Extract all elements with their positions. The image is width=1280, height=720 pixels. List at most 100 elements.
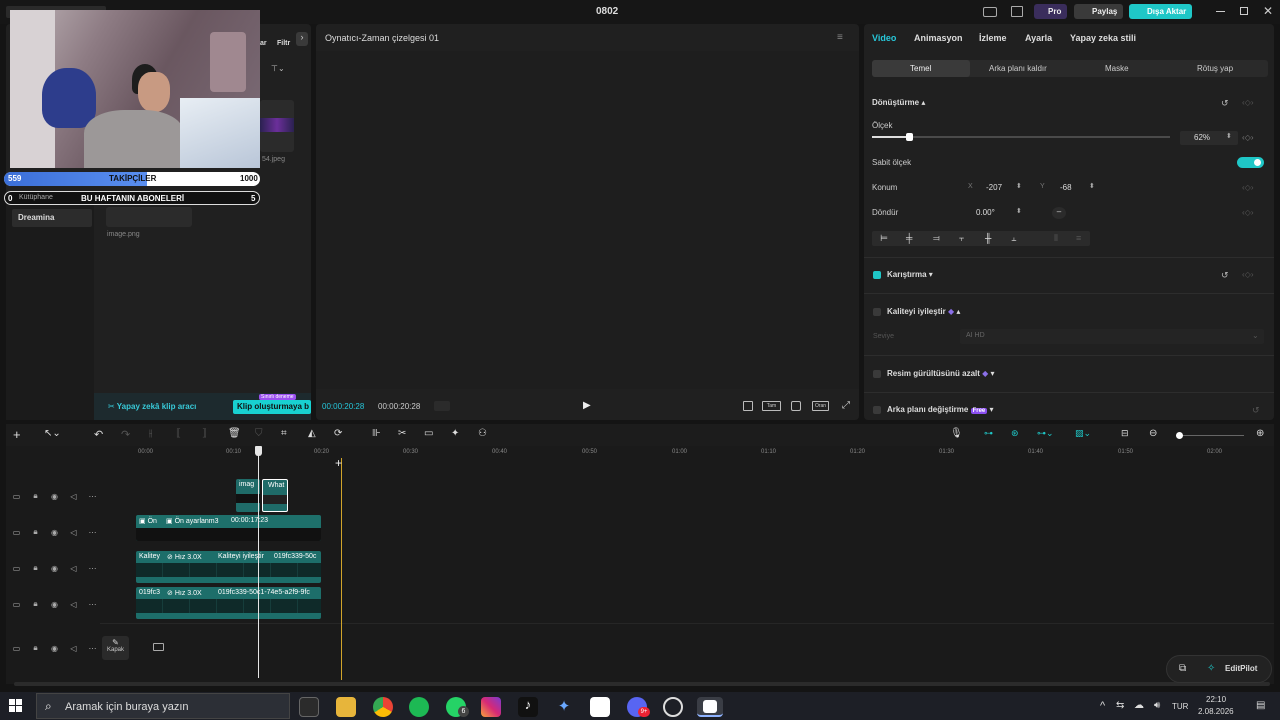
- subtab-remove-bg[interactable]: Arka planı kaldır: [989, 64, 1047, 73]
- eye-icon[interactable]: ◉: [50, 564, 59, 573]
- quality-header[interactable]: Kaliteyi iyileştir ◆ ▴: [887, 307, 960, 316]
- playhead[interactable]: [255, 446, 262, 678]
- tab-adjust[interactable]: Ayarla: [1025, 33, 1052, 43]
- delete-icon[interactable]: 🗑: [228, 428, 241, 439]
- timecode-toggle[interactable]: [434, 401, 450, 411]
- quality-checkbox[interactable]: [873, 308, 881, 316]
- speaker-icon[interactable]: ◁: [69, 492, 78, 501]
- person-icon[interactable]: ⚇: [478, 428, 487, 439]
- lock-icon[interactable]: 🔒︎: [31, 527, 40, 537]
- zoom-slider-thumb[interactable]: [1176, 432, 1183, 439]
- aspect-ratio-button[interactable]: Oran: [812, 401, 829, 411]
- keyframe-icon[interactable]: ‹◇›: [1242, 133, 1253, 142]
- track-lock-icon[interactable]: ▭: [12, 528, 21, 537]
- minimize-icon[interactable]: [1216, 11, 1225, 12]
- stepper-icon[interactable]: ⬍: [1016, 207, 1022, 215]
- preview-area[interactable]: [316, 51, 859, 389]
- tab-animation[interactable]: Animasyon: [914, 33, 963, 43]
- whatsapp-icon[interactable]: 6: [446, 697, 469, 717]
- position-x-input[interactable]: X -207 ⬍: [960, 181, 1028, 195]
- mirror-icon[interactable]: ◭: [308, 428, 316, 439]
- microphone-icon[interactable]: 🎙: [950, 428, 963, 439]
- spotify-icon[interactable]: [409, 697, 429, 717]
- editpilot-button[interactable]: ⧉ ✧ EditPilot: [1166, 655, 1272, 683]
- export-button[interactable]: Dışa Aktar: [1129, 4, 1192, 19]
- track-lock-icon[interactable]: ▭: [12, 564, 21, 573]
- eye-icon[interactable]: ◉: [50, 492, 59, 501]
- chevron-right-icon[interactable]: ›: [296, 32, 308, 46]
- uniform-scale-toggle[interactable]: [1237, 157, 1264, 168]
- stepper-icon[interactable]: ⬍: [1089, 182, 1095, 190]
- zoom-in-icon[interactable]: ⊕: [1256, 428, 1264, 439]
- blend-header[interactable]: Karıştırma ▾: [887, 270, 933, 279]
- sidebar-item-dreamina[interactable]: Dreamina: [12, 209, 92, 227]
- timeline-ruler[interactable]: 00:00 00:10 00:20 00:30 00:40 00:50 01:0…: [130, 446, 1274, 460]
- speaker-icon[interactable]: ◁: [69, 600, 78, 609]
- rotate-tool-icon[interactable]: ⟳: [334, 428, 342, 439]
- stepper-icon[interactable]: ⬍: [1226, 132, 1232, 140]
- more-icon[interactable]: ⋯: [88, 492, 97, 501]
- volume-icon[interactable]: 🔊︎: [1154, 700, 1160, 711]
- freeze-icon[interactable]: ⊪: [372, 428, 381, 439]
- menu-icon[interactable]: ≡: [837, 32, 843, 43]
- bg-change-checkbox[interactable]: [873, 406, 881, 414]
- lock-icon[interactable]: 🔒︎: [31, 599, 40, 609]
- link-clips-icon[interactable]: ⊶: [984, 428, 993, 439]
- align-center-v-icon[interactable]: ╫: [985, 233, 991, 243]
- transform-header[interactable]: Dönüştürme ▴: [872, 98, 925, 107]
- more-icon[interactable]: ⋯: [88, 564, 97, 573]
- task-view-icon[interactable]: [299, 697, 319, 717]
- more-icon[interactable]: ⋯: [88, 600, 97, 609]
- speaker-icon[interactable]: ◁: [69, 564, 78, 573]
- windows-start-icon[interactable]: [9, 699, 23, 713]
- video-track-4[interactable]: 019fc3 ⊘ Hız 3.0X 019fc339-50c1-74e5-a2f…: [136, 587, 321, 619]
- capcut-icon[interactable]: [590, 697, 610, 717]
- bg-change-header[interactable]: Arka planı değiştirme Free ▾: [887, 405, 994, 414]
- gemini-icon[interactable]: ✦: [554, 697, 574, 717]
- pro-button[interactable]: Pro: [1034, 4, 1067, 19]
- scale-slider-thumb[interactable]: [906, 133, 913, 141]
- position-y-input[interactable]: Y -68 ⬍: [1032, 181, 1100, 195]
- caption-icon[interactable]: ▭: [424, 428, 433, 439]
- stepper-icon[interactable]: ⬍: [1016, 182, 1022, 190]
- keyframe-icon[interactable]: ‹◇›: [1242, 208, 1253, 217]
- maximize-icon[interactable]: [1240, 7, 1248, 15]
- onedrive-icon[interactable]: ☁: [1134, 700, 1144, 711]
- align-bottom-icon[interactable]: ⫠: [1011, 233, 1016, 244]
- editor-icon[interactable]: ⧉: [1179, 663, 1186, 674]
- obs-icon[interactable]: [663, 697, 683, 717]
- align-center-h-icon[interactable]: ╪: [906, 233, 912, 243]
- rotate-dial-icon[interactable]: –: [1052, 207, 1066, 219]
- auto-cut-icon[interactable]: ✂: [398, 428, 406, 439]
- language-indicator[interactable]: TUR: [1172, 702, 1188, 711]
- chrome-icon[interactable]: [373, 697, 393, 717]
- keyframe-icon[interactable]: ‹◇›: [1242, 98, 1253, 107]
- capcut-active-icon[interactable]: [697, 697, 723, 717]
- magnet-icon[interactable]: ⊛: [1011, 428, 1019, 439]
- track-lock-icon[interactable]: ▭: [12, 492, 21, 501]
- sort-filter-icon[interactable]: ⊤⌄: [271, 64, 285, 73]
- denoise-header[interactable]: Resim gürültüsünü azalt ◆ ▾: [887, 369, 995, 378]
- reset-icon[interactable]: ↺: [1221, 270, 1229, 281]
- create-clip-button[interactable]: Klip oluşturmaya b: [233, 400, 311, 414]
- keyframe-icon[interactable]: ‹◇›: [1242, 270, 1253, 279]
- timeline-scrollbar[interactable]: [14, 682, 1270, 686]
- lock-icon[interactable]: 🔒︎: [31, 643, 40, 653]
- magic-wand-icon[interactable]: ✦: [451, 428, 459, 439]
- lock-icon[interactable]: 🔒︎: [31, 491, 40, 501]
- discord-icon[interactable]: 9+: [627, 697, 650, 717]
- level-select[interactable]: AI HD ⌄: [960, 329, 1264, 344]
- scale-input[interactable]: 62% ⬍: [1180, 131, 1238, 145]
- scale-slider-track[interactable]: [872, 133, 1170, 141]
- tab-filters[interactable]: Filtr: [277, 40, 290, 47]
- more-icon[interactable]: ⋯: [88, 528, 97, 537]
- cover-button[interactable]: ✎ Kapak: [102, 636, 129, 660]
- keyframe-icon[interactable]: ‹◇›: [1242, 183, 1253, 192]
- rotate-input[interactable]: 0.00° ⬍: [960, 206, 1028, 220]
- fit-timeline-icon[interactable]: ⊟: [1121, 428, 1129, 439]
- eye-icon[interactable]: ◉: [50, 600, 59, 609]
- eye-icon[interactable]: ◉: [50, 528, 59, 537]
- sidebar-item-library[interactable]: Kütüphane: [19, 194, 53, 201]
- video-track-3[interactable]: Kalitey ⊘ Hız 3.0X Kaliteyi iyileştir 01…: [136, 551, 321, 583]
- speaker-icon[interactable]: ◁: [69, 528, 78, 537]
